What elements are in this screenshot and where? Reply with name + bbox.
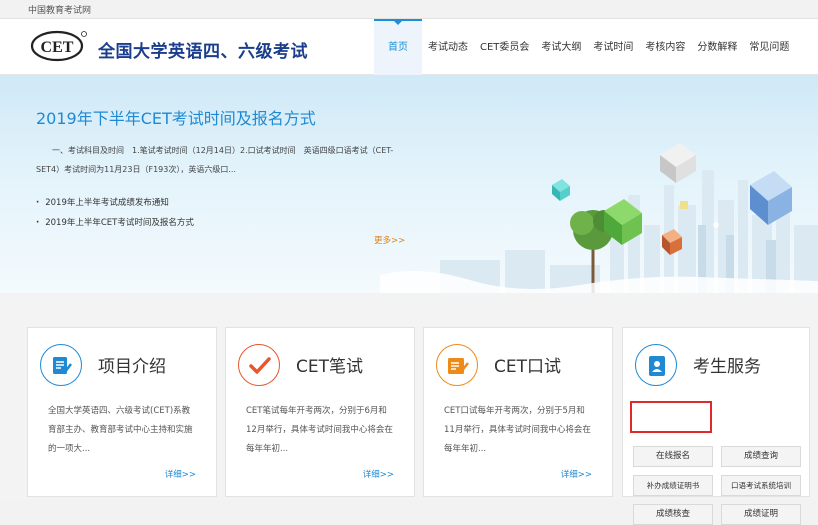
hero-banner: 2019年下半年CET考试时间及报名方式 一、考试科目及时间 1.笔试考试时间（… (0, 75, 818, 293)
card-cet-oral: CET口试 CET口试每年开考两次，分别于5月和11月举行，具体考试时间我中心将… (423, 327, 613, 497)
nav-home[interactable]: 首页 (374, 19, 422, 76)
card-description: CET口试每年开考两次，分别于5月和11月举行，具体考试时间我中心将会在每年年初… (444, 406, 591, 454)
card-title[interactable]: CET口试 (494, 352, 561, 377)
nav-score-explanation[interactable]: 分数解释 (691, 19, 743, 74)
card-detail-link[interactable]: 详细>> (165, 468, 196, 480)
service-button-grid: 在线报名 成绩查询 补办成绩证明书 口语考试系统培训 成绩核查 成绩证明 (633, 446, 801, 525)
online-registration-button[interactable]: 在线报名 (633, 446, 713, 467)
nav-exam-content[interactable]: 考核内容 (639, 19, 691, 74)
card-title[interactable]: 考生服务 (693, 352, 761, 377)
news-item[interactable]: 2019年上半年CET考试时间及报名方式 (36, 213, 194, 233)
reissue-certificate-button[interactable]: 补办成绩证明书 (633, 475, 713, 496)
services-section: 项目介绍 全国大学英语四、六级考试(CET)系教育部主办、教育部考试中心主持和实… (0, 293, 818, 525)
card-title[interactable]: 项目介绍 (98, 352, 166, 377)
nav-exam-time[interactable]: 考试时间 (587, 19, 639, 74)
card-cet-written: CET笔试 CET笔试每年开考两次，分别于6月和12月举行，具体考试时间我中心将… (225, 327, 415, 497)
banner-description: 一、考试科目及时间 1.笔试考试时间（12月14日）2.口试考试时间 英语四级口… (36, 146, 394, 174)
nav-faq[interactable]: 常见问题 (743, 19, 795, 74)
svg-text:CET: CET (41, 39, 74, 56)
clipboard-pen-icon (436, 344, 478, 386)
nav-exam-news[interactable]: 考试动态 (422, 19, 474, 74)
card-title[interactable]: CET笔试 (296, 352, 363, 377)
card-description: 全国大学英语四、六级考试(CET)系教育部主办、教育部考试中心主持和实施的一项大… (48, 406, 193, 454)
banner-title[interactable]: 2019年下半年CET考试时间及报名方式 (36, 105, 316, 129)
top-bar: 中国教育考试网 (0, 0, 818, 19)
site-title: 全国大学英语四、六级考试 (98, 42, 308, 62)
news-item[interactable]: 2019年上半年考试成绩发布通知 (36, 193, 194, 213)
nav-cet-committee[interactable]: CET委员会 (474, 19, 535, 74)
banner-news-list: 2019年上半年考试成绩发布通知 2019年上半年CET考试时间及报名方式 (36, 193, 194, 233)
score-query-button[interactable]: 成绩查询 (721, 446, 801, 467)
card-detail-link[interactable]: 详细>> (561, 468, 592, 480)
id-card-icon (635, 344, 677, 386)
oral-system-training-button[interactable]: 口语考试系统培训 (721, 475, 801, 496)
card-project-intro: 项目介绍 全国大学英语四、六级考试(CET)系教育部主办、教育部考试中心主持和实… (27, 327, 217, 497)
highlight-annotation (630, 401, 712, 433)
nav-syllabus[interactable]: 考试大纲 (535, 19, 587, 74)
card-detail-link[interactable]: 详细>> (363, 468, 394, 480)
card-description: CET笔试每年开考两次，分别于6月和12月举行，具体考试时间我中心将会在每年年初… (246, 406, 393, 454)
checkmark-icon (238, 344, 280, 386)
site-header: CET 全国大学英语四、六级考试 首页 考试动态 CET委员会 考试大纲 考试时… (0, 19, 818, 76)
top-bar-text[interactable]: 中国教育考试网 (28, 3, 91, 16)
score-review-button[interactable]: 成绩核查 (633, 504, 713, 525)
score-certificate-button[interactable]: 成绩证明 (721, 504, 801, 525)
cet-logo[interactable]: CET (30, 30, 88, 62)
main-nav: 首页 考试动态 CET委员会 考试大纲 考试时间 考核内容 分数解释 常见问题 (374, 19, 795, 76)
document-icon (40, 344, 82, 386)
city-cubes-illustration (380, 143, 818, 293)
